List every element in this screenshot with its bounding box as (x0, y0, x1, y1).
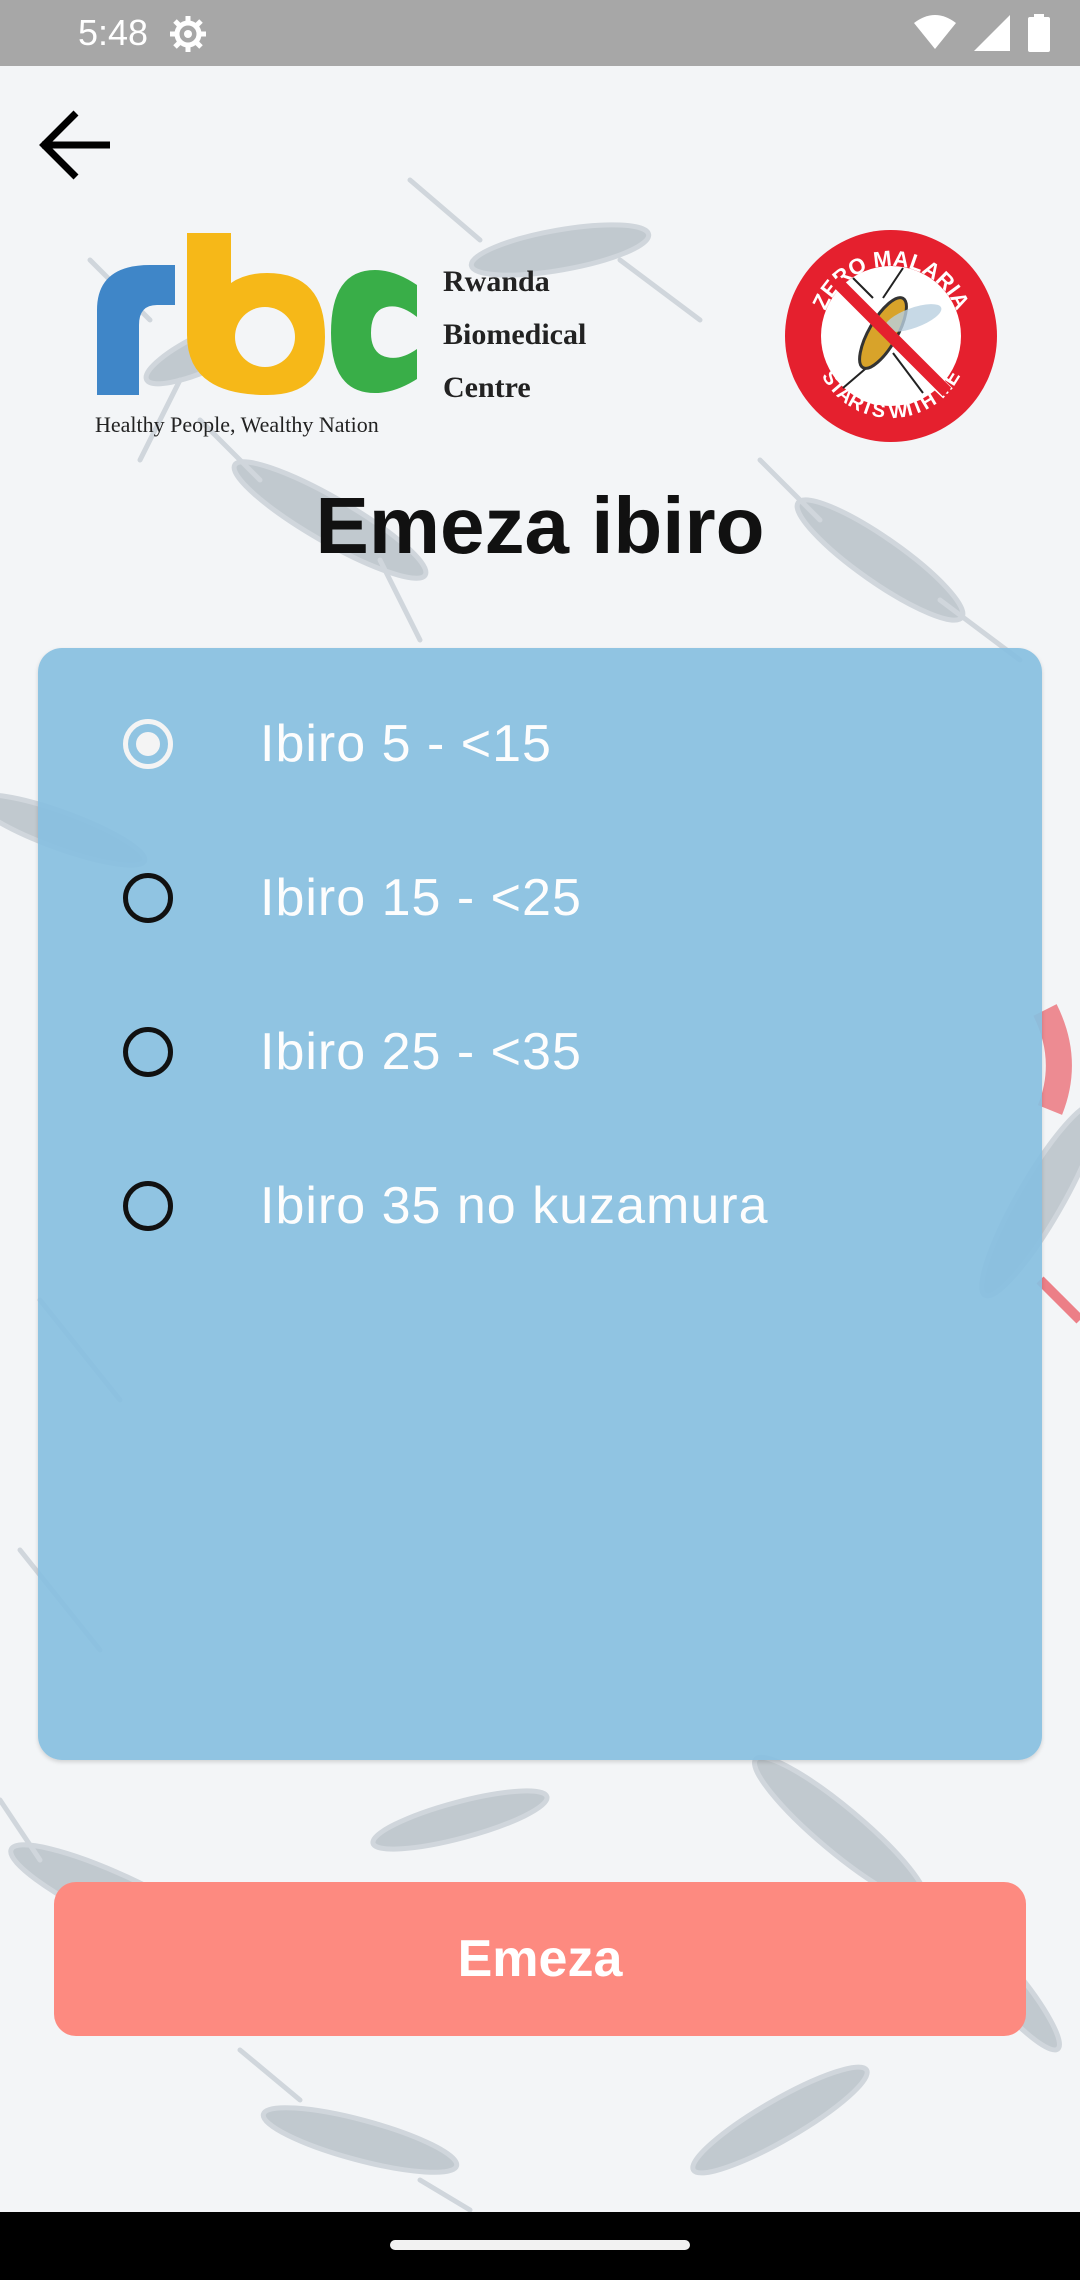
weight-option-label: Ibiro 5 - <15 (260, 715, 552, 773)
rbc-name-line3: Centre (443, 371, 531, 404)
weight-option-label: Ibiro 15 - <25 (260, 869, 582, 927)
weight-options-card: Ibiro 5 - <15 Ibiro 15 - <25 Ibiro 25 - … (38, 648, 1042, 1760)
radio-unselected-icon[interactable] (123, 1027, 173, 1077)
radio-unselected-icon[interactable] (123, 873, 173, 923)
weight-option-1[interactable]: Ibiro 5 - <15 (38, 684, 1042, 804)
rbc-name-line2: Biomedical (443, 318, 587, 351)
battery-icon (1028, 14, 1050, 52)
status-bar: 5:48 (0, 0, 1080, 66)
screen: 5:48 Rwanda Biomedical Centre Healthy Pe… (0, 0, 1080, 2280)
weight-option-label: Ibiro 35 no kuzamura (260, 1177, 769, 1235)
arrow-left-icon (39, 110, 110, 180)
wifi-icon (914, 15, 956, 49)
rbc-name-line1: Rwanda (443, 265, 550, 298)
page-title: Emeza ibiro (315, 481, 765, 570)
zero-malaria-logo: ZERO MALARIA STARTS WITH ME (785, 230, 997, 442)
radio-selected-icon[interactable] (123, 719, 173, 769)
weight-option-3[interactable]: Ibiro 25 - <35 (38, 992, 1042, 1112)
weight-option-2[interactable]: Ibiro 15 - <25 (38, 838, 1042, 958)
rbc-name: Rwanda Biomedical Centre (443, 255, 586, 414)
weight-option-4[interactable]: Ibiro 35 no kuzamura (38, 1146, 1042, 1266)
signal-icon (974, 15, 1010, 51)
rbc-letters-image (97, 233, 417, 395)
settings-gear-icon (170, 16, 206, 52)
rbc-tagline: Healthy People, Wealthy Nation (95, 412, 379, 437)
status-time: 5:48 (78, 12, 149, 53)
rbc-logo: Rwanda Biomedical Centre Healthy People,… (95, 225, 635, 445)
back-button[interactable] (30, 100, 120, 190)
status-icons (914, 14, 1050, 52)
radio-unselected-icon[interactable] (123, 1181, 173, 1231)
weight-option-label: Ibiro 25 - <35 (260, 1023, 582, 1081)
home-indicator[interactable] (390, 2240, 690, 2250)
submit-button[interactable]: Emeza (54, 1882, 1026, 2036)
